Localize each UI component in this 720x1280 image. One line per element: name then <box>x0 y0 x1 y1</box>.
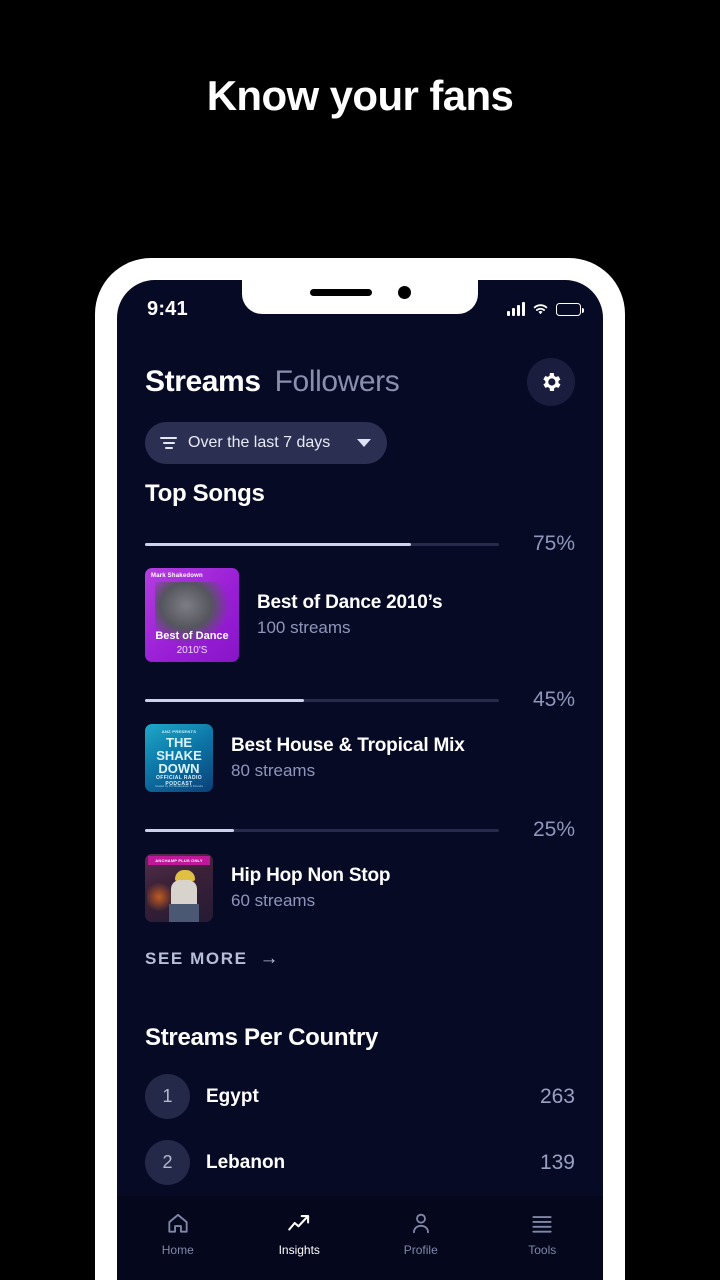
song-name: Hip Hop Non Stop <box>231 865 391 886</box>
song-row[interactable]: 25% ANCHAMP PLUS ONLY Hip Hop Non Stop 6… <box>117 818 603 922</box>
album-art: ANZ PRESENTS THE SHAKE DOWN OFFICIAL RAD… <box>145 724 213 792</box>
album-art-banner: ANCHAMP PLUS ONLY <box>148 856 210 865</box>
country-rank: 2 <box>145 1140 190 1185</box>
song-streams: 80 streams <box>231 761 316 780</box>
see-more-label: SEE MORE <box>145 949 248 968</box>
phone-screen: 9:41 Streams Followers Over the last 7 d… <box>117 280 603 1280</box>
album-art-line: ANZ PRESENTS <box>161 729 197 734</box>
song-body: ANZ PRESENTS THE SHAKE DOWN OFFICIAL RAD… <box>145 724 575 792</box>
song-percent: 75% <box>532 532 575 555</box>
song-streams: 100 streams <box>257 618 351 637</box>
wifi-icon <box>533 303 548 314</box>
arrow-right-icon: → <box>259 948 281 969</box>
album-art: Mark Shakedown Best of Dance 2010'S <box>145 568 239 662</box>
nav-item-home[interactable]: Home <box>117 1210 239 1257</box>
nav-item-insights[interactable]: Insights <box>239 1210 361 1257</box>
progress-fill <box>145 542 411 546</box>
album-art-title: Best of Dance <box>155 630 229 642</box>
country-value: 139 <box>539 1150 575 1174</box>
album-art-glow <box>147 880 171 914</box>
date-range-filter[interactable]: Over the last 7 days <box>145 422 388 464</box>
album-art-subtitle: 2010'S <box>176 645 208 656</box>
progress-fill <box>145 828 234 832</box>
trending-up-icon <box>288 1215 310 1231</box>
song-body: Mark Shakedown Best of Dance 2010'S Best… <box>145 568 575 662</box>
song-percent: 25% <box>532 818 575 841</box>
song-progress: 25% <box>145 818 575 842</box>
battery-icon <box>556 302 584 316</box>
header-tabs: Streams Followers <box>145 365 527 399</box>
person-icon <box>412 1213 429 1234</box>
status-bar-icons <box>507 302 584 316</box>
tab-streams[interactable]: Streams <box>145 365 261 399</box>
country-name: Lebanon <box>206 1151 286 1173</box>
progress-track <box>145 698 499 702</box>
content-area: Top Songs 75% Mark Shakedown Best of Dan… <box>117 480 603 1185</box>
app-header: Streams Followers <box>117 358 603 406</box>
tab-followers[interactable]: Followers <box>275 365 400 399</box>
progress-fill <box>145 698 305 702</box>
home-icon <box>168 1213 188 1233</box>
nav-item-profile[interactable]: Profile <box>360 1210 482 1257</box>
album-art-line: hosted by DJ Shakedown & Friends <box>155 784 203 788</box>
song-progress: 75% <box>145 532 575 556</box>
album-art: ANCHAMP PLUS ONLY <box>145 854 213 922</box>
song-progress: 45% <box>145 688 575 712</box>
nav-label: Profile <box>403 1243 438 1257</box>
nav-label: Home <box>161 1243 194 1257</box>
status-bar-time: 9:41 <box>147 297 188 320</box>
menu-lines-icon <box>532 1216 552 1233</box>
album-art-line: DOWN <box>158 761 200 776</box>
album-art-top-text: Mark Shakedown <box>151 573 203 579</box>
song-row[interactable]: 75% Mark Shakedown Best of Dance 2010'S … <box>117 532 603 662</box>
top-songs-title: Top Songs <box>145 480 265 507</box>
country-row[interactable]: 2 Lebanon 139 <box>117 1140 603 1185</box>
country-row[interactable]: 1 Egypt 263 <box>117 1074 603 1119</box>
song-percent: 45% <box>532 688 575 711</box>
settings-button[interactable] <box>527 358 575 406</box>
bottom-navigation: Home Insights Profile Tools <box>117 1196 603 1280</box>
song-name: Best House & Tropical Mix <box>231 735 465 756</box>
song-text: Hip Hop Non Stop 60 streams <box>231 865 391 911</box>
signal-bars-icon <box>507 302 525 316</box>
album-art-figure-lower <box>169 904 199 922</box>
notch-speaker <box>309 288 372 296</box>
chevron-down-icon <box>357 439 372 447</box>
song-row[interactable]: 45% ANZ PRESENTS THE SHAKE DOWN OFFICIAL… <box>117 688 603 792</box>
song-body: ANCHAMP PLUS ONLY Hip Hop Non Stop 60 st… <box>145 854 575 922</box>
song-text: Best of Dance 2010’s 100 streams <box>257 592 443 638</box>
phone-frame: 9:41 Streams Followers Over the last 7 d… <box>95 258 625 1280</box>
page-headline: Know your fans <box>206 72 514 119</box>
song-text: Best House & Tropical Mix 80 streams <box>231 735 465 781</box>
country-name: Egypt <box>206 1085 259 1107</box>
song-name: Best of Dance 2010’s <box>257 592 443 613</box>
notch-camera <box>397 285 411 299</box>
progress-track <box>145 828 499 832</box>
nav-label: Tools <box>528 1243 557 1257</box>
filter-label: Over the last 7 days <box>188 434 331 451</box>
filter-icon <box>160 437 177 449</box>
screenshot-stage: Know your fans 9:41 Streams Followers Ov… <box>0 0 720 1280</box>
phone-notch <box>242 280 478 314</box>
streams-per-country-title: Streams Per Country <box>145 1024 379 1051</box>
country-rank: 1 <box>145 1074 190 1119</box>
nav-item-tools[interactable]: Tools <box>482 1210 604 1257</box>
song-streams: 60 streams <box>231 891 316 910</box>
country-value: 263 <box>539 1084 575 1108</box>
nav-label: Insights <box>278 1243 320 1257</box>
see-more-button[interactable]: SEE MORE → <box>117 948 603 970</box>
progress-track <box>145 542 499 546</box>
gear-icon <box>543 373 561 391</box>
